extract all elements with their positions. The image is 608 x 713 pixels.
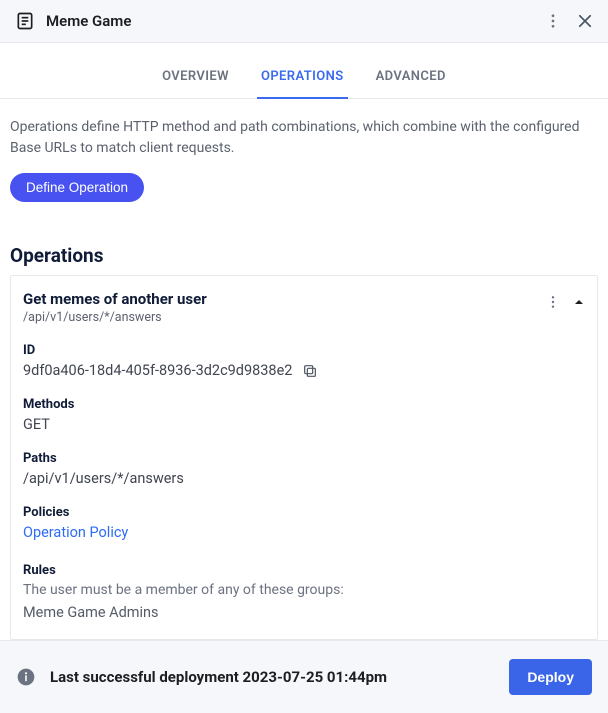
- id-row: 9df0a406-18d4-405f-8936-3d2c9d9838e2: [23, 362, 585, 379]
- operation-title: Get memes of another user: [23, 290, 207, 308]
- rules-description: The user must be a member of any of thes…: [23, 582, 585, 598]
- operation-route: /api/v1/users/*/answers: [23, 310, 207, 325]
- kebab-menu-icon[interactable]: [544, 12, 562, 30]
- policies-label: Policies: [23, 505, 585, 520]
- tab-advanced[interactable]: ADVANCED: [372, 61, 450, 98]
- close-icon[interactable]: [576, 12, 594, 30]
- tab-overview[interactable]: OVERVIEW: [158, 61, 233, 98]
- operations-heading: Operations: [10, 244, 598, 267]
- collapse-icon[interactable]: [573, 296, 585, 308]
- main-content: Operations define HTTP method and path c…: [0, 99, 608, 640]
- document-icon: [14, 10, 36, 32]
- tab-operations[interactable]: OPERATIONS: [257, 61, 348, 98]
- operation-policy-link[interactable]: Operation Policy: [23, 524, 585, 541]
- paths-value: /api/v1/users/*/answers: [23, 470, 585, 487]
- header-actions: [544, 12, 594, 30]
- info-icon: [16, 667, 36, 687]
- kebab-menu-icon[interactable]: [545, 294, 561, 310]
- header-left: Meme Game: [14, 10, 131, 32]
- deployment-footer: Last successful deployment 2023-07-25 01…: [0, 640, 608, 713]
- rules-label: Rules: [23, 563, 585, 578]
- panel-header: Meme Game: [0, 0, 608, 43]
- paths-label: Paths: [23, 451, 585, 466]
- intro-description: Operations define HTTP method and path c…: [10, 117, 598, 159]
- methods-value: GET: [23, 416, 585, 433]
- operation-title-block: Get memes of another user /api/v1/users/…: [23, 290, 207, 325]
- id-label: ID: [23, 343, 585, 358]
- methods-label: Methods: [23, 397, 585, 412]
- page-title: Meme Game: [46, 12, 131, 30]
- deploy-button[interactable]: Deploy: [509, 659, 592, 695]
- operation-card-header: Get memes of another user /api/v1/users/…: [23, 290, 585, 325]
- tab-bar: OVERVIEW OPERATIONS ADVANCED: [0, 43, 608, 99]
- define-operation-button[interactable]: Define Operation: [10, 173, 144, 202]
- rules-group: Meme Game Admins: [23, 604, 585, 621]
- copy-icon[interactable]: [302, 363, 318, 379]
- deployment-status: Last successful deployment 2023-07-25 01…: [50, 668, 387, 686]
- operation-card-actions: [545, 290, 585, 310]
- operation-card: Get memes of another user /api/v1/users/…: [10, 275, 598, 640]
- id-value: 9df0a406-18d4-405f-8936-3d2c9d9838e2: [23, 362, 292, 379]
- footer-left: Last successful deployment 2023-07-25 01…: [16, 667, 387, 687]
